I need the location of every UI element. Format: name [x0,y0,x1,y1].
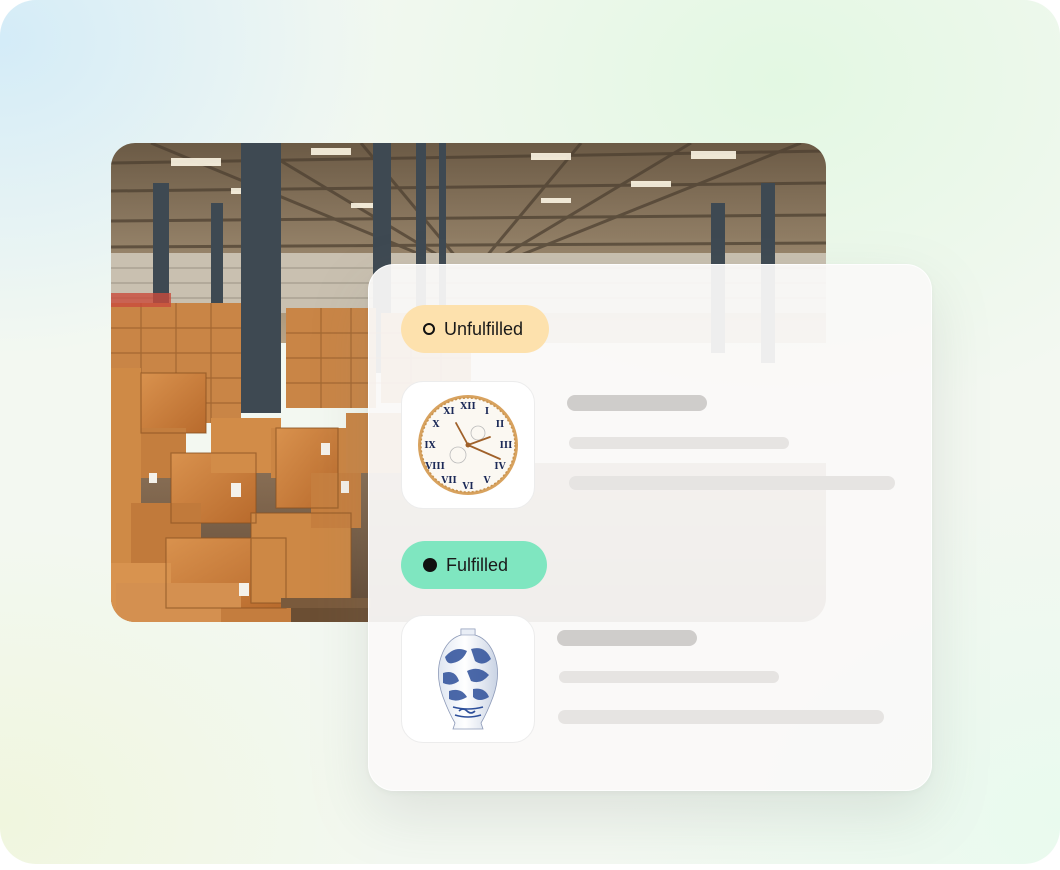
background-frame: Unfulfilled XII I II III IV V VI VII VII… [0,0,1060,864]
detail-placeholder [569,476,895,490]
svg-text:II: II [496,420,504,430]
open-circle-icon [423,323,435,335]
status-label: Fulfilled [446,554,509,575]
title-placeholder [557,630,697,646]
vase-image [438,628,498,730]
status-badge-unfulfilled: Unfulfilled [401,305,549,353]
title-placeholder [567,395,707,411]
detail-placeholder [558,710,884,724]
svg-text:VI: VI [461,482,473,492]
svg-text:I: I [485,407,489,417]
svg-text:X: X [433,420,440,430]
orders-card: Unfulfilled XII I II III IV V VI VII VII… [368,264,932,791]
product-thumbnail-vase[interactable] [401,615,535,743]
subtitle-placeholder [569,437,789,449]
svg-text:VIII: VIII [424,462,445,472]
svg-text:V: V [483,476,492,486]
svg-text:XI: XI [443,407,454,417]
clock-image: XII I II III IV V VI VII VIII IX X XI [418,395,518,495]
svg-text:IV: IV [494,462,506,472]
svg-text:III: III [500,441,513,451]
product-thumbnail-clock[interactable]: XII I II III IV V VI VII VIII IX X XI [401,381,535,509]
svg-text:VII: VII [440,476,456,486]
svg-text:XII: XII [460,402,475,412]
status-label: Unfulfilled [444,318,524,339]
svg-text:IX: IX [424,441,435,451]
filled-circle-icon [423,558,437,572]
status-badge-fulfilled: Fulfilled [401,541,547,589]
subtitle-placeholder [559,671,779,683]
